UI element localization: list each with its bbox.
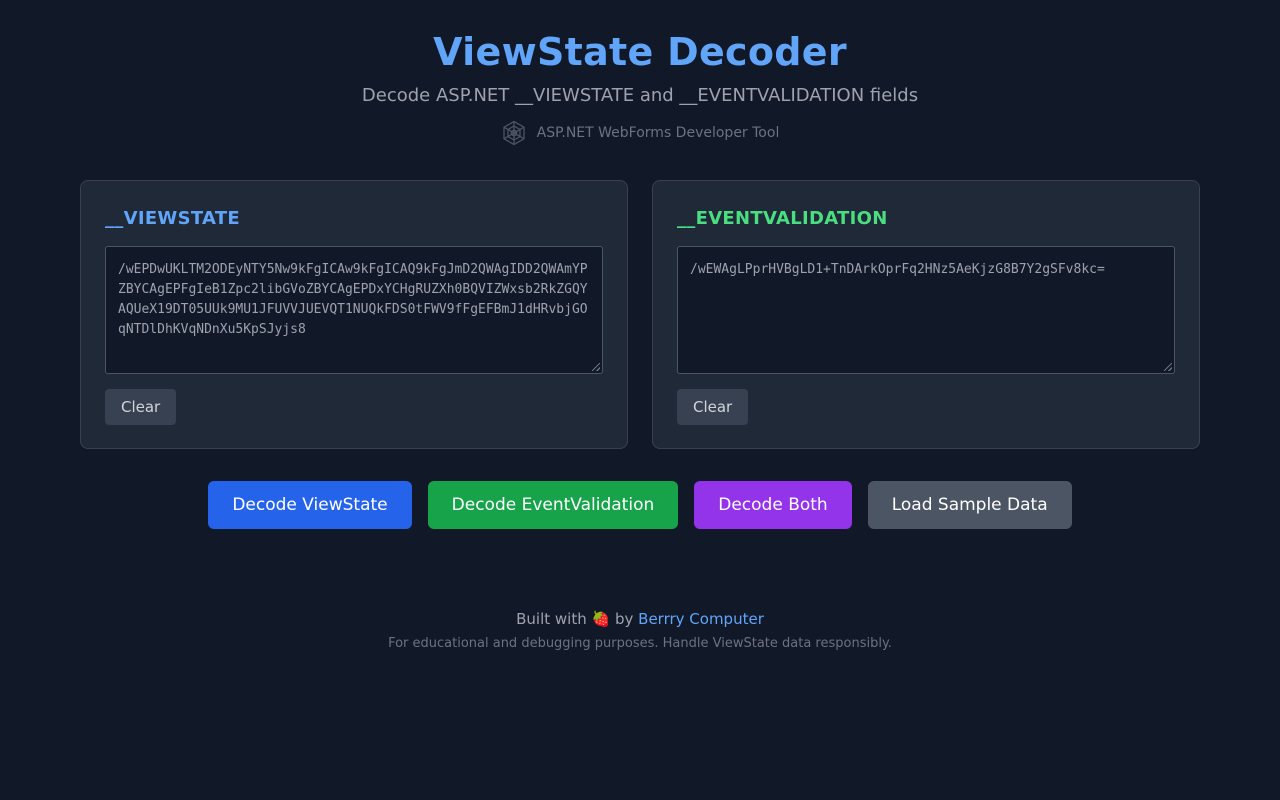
strawberry-icon: 🍓	[591, 610, 611, 628]
resize-handle-icon[interactable]	[592, 363, 600, 371]
action-buttons: Decode ViewState Decode EventValidation …	[0, 481, 1280, 529]
viewstate-input[interactable]: /wEPDwUKLTM2ODEyNTY5Nw9kFgICAw9kFgICAQ9k…	[105, 246, 603, 374]
header: ViewState Decoder Decode ASP.NET __VIEWS…	[0, 0, 1280, 146]
decode-both-button[interactable]: Decode Both	[694, 481, 852, 529]
tagline-text: ASP.NET WebForms Developer Tool	[536, 125, 780, 141]
clear-viewstate-button[interactable]: Clear	[105, 389, 177, 425]
berrry-computer-link[interactable]: Berrry Computer	[638, 610, 764, 628]
load-sample-data-button[interactable]: Load Sample Data	[867, 481, 1072, 529]
by-text: by	[614, 610, 634, 628]
eventvalidation-value: /wEWAgLPprHVBgLD1+TnDArkOprFq2HNz5AeKjzG…	[690, 262, 1105, 277]
footer-credit: Built with 🍓 by Berrry Computer	[0, 609, 1280, 629]
page-subtitle: Decode ASP.NET __VIEWSTATE and __EVENTVA…	[361, 85, 919, 106]
page-title: ViewState Decoder	[433, 30, 847, 74]
tagline: ASP.NET WebForms Developer Tool	[0, 120, 1280, 146]
page: ViewState Decoder Decode ASP.NET __VIEWS…	[0, 0, 1280, 800]
built-with-text: Built with	[516, 610, 587, 628]
footer: Built with 🍓 by Berrry Computer For educ…	[0, 609, 1280, 653]
decode-eventvalidation-button[interactable]: Decode EventValidation	[427, 481, 679, 529]
input-panels: __VIEWSTATE /wEPDwUKLTM2ODEyNTY5Nw9kFgIC…	[80, 180, 1200, 449]
footer-disclaimer: For educational and debugging purposes. …	[388, 636, 892, 651]
decode-viewstate-button[interactable]: Decode ViewState	[208, 481, 412, 529]
viewstate-title: __VIEWSTATE	[105, 208, 241, 229]
resize-handle-icon[interactable]	[1164, 363, 1172, 371]
eventvalidation-input[interactable]: /wEWAgLPprHVBgLD1+TnDArkOprFq2HNz5AeKjzG…	[677, 246, 1175, 374]
spider-web-icon	[501, 120, 527, 146]
viewstate-value: /wEPDwUKLTM2ODEyNTY5Nw9kFgICAw9kFgICAQ9k…	[118, 262, 588, 337]
clear-eventvalidation-button[interactable]: Clear	[677, 389, 749, 425]
eventvalidation-panel: __EVENTVALIDATION /wEWAgLPprHVBgLD1+TnDA…	[652, 180, 1200, 449]
viewstate-panel: __VIEWSTATE /wEPDwUKLTM2ODEyNTY5Nw9kFgIC…	[80, 180, 628, 449]
eventvalidation-title: __EVENTVALIDATION	[677, 208, 888, 229]
